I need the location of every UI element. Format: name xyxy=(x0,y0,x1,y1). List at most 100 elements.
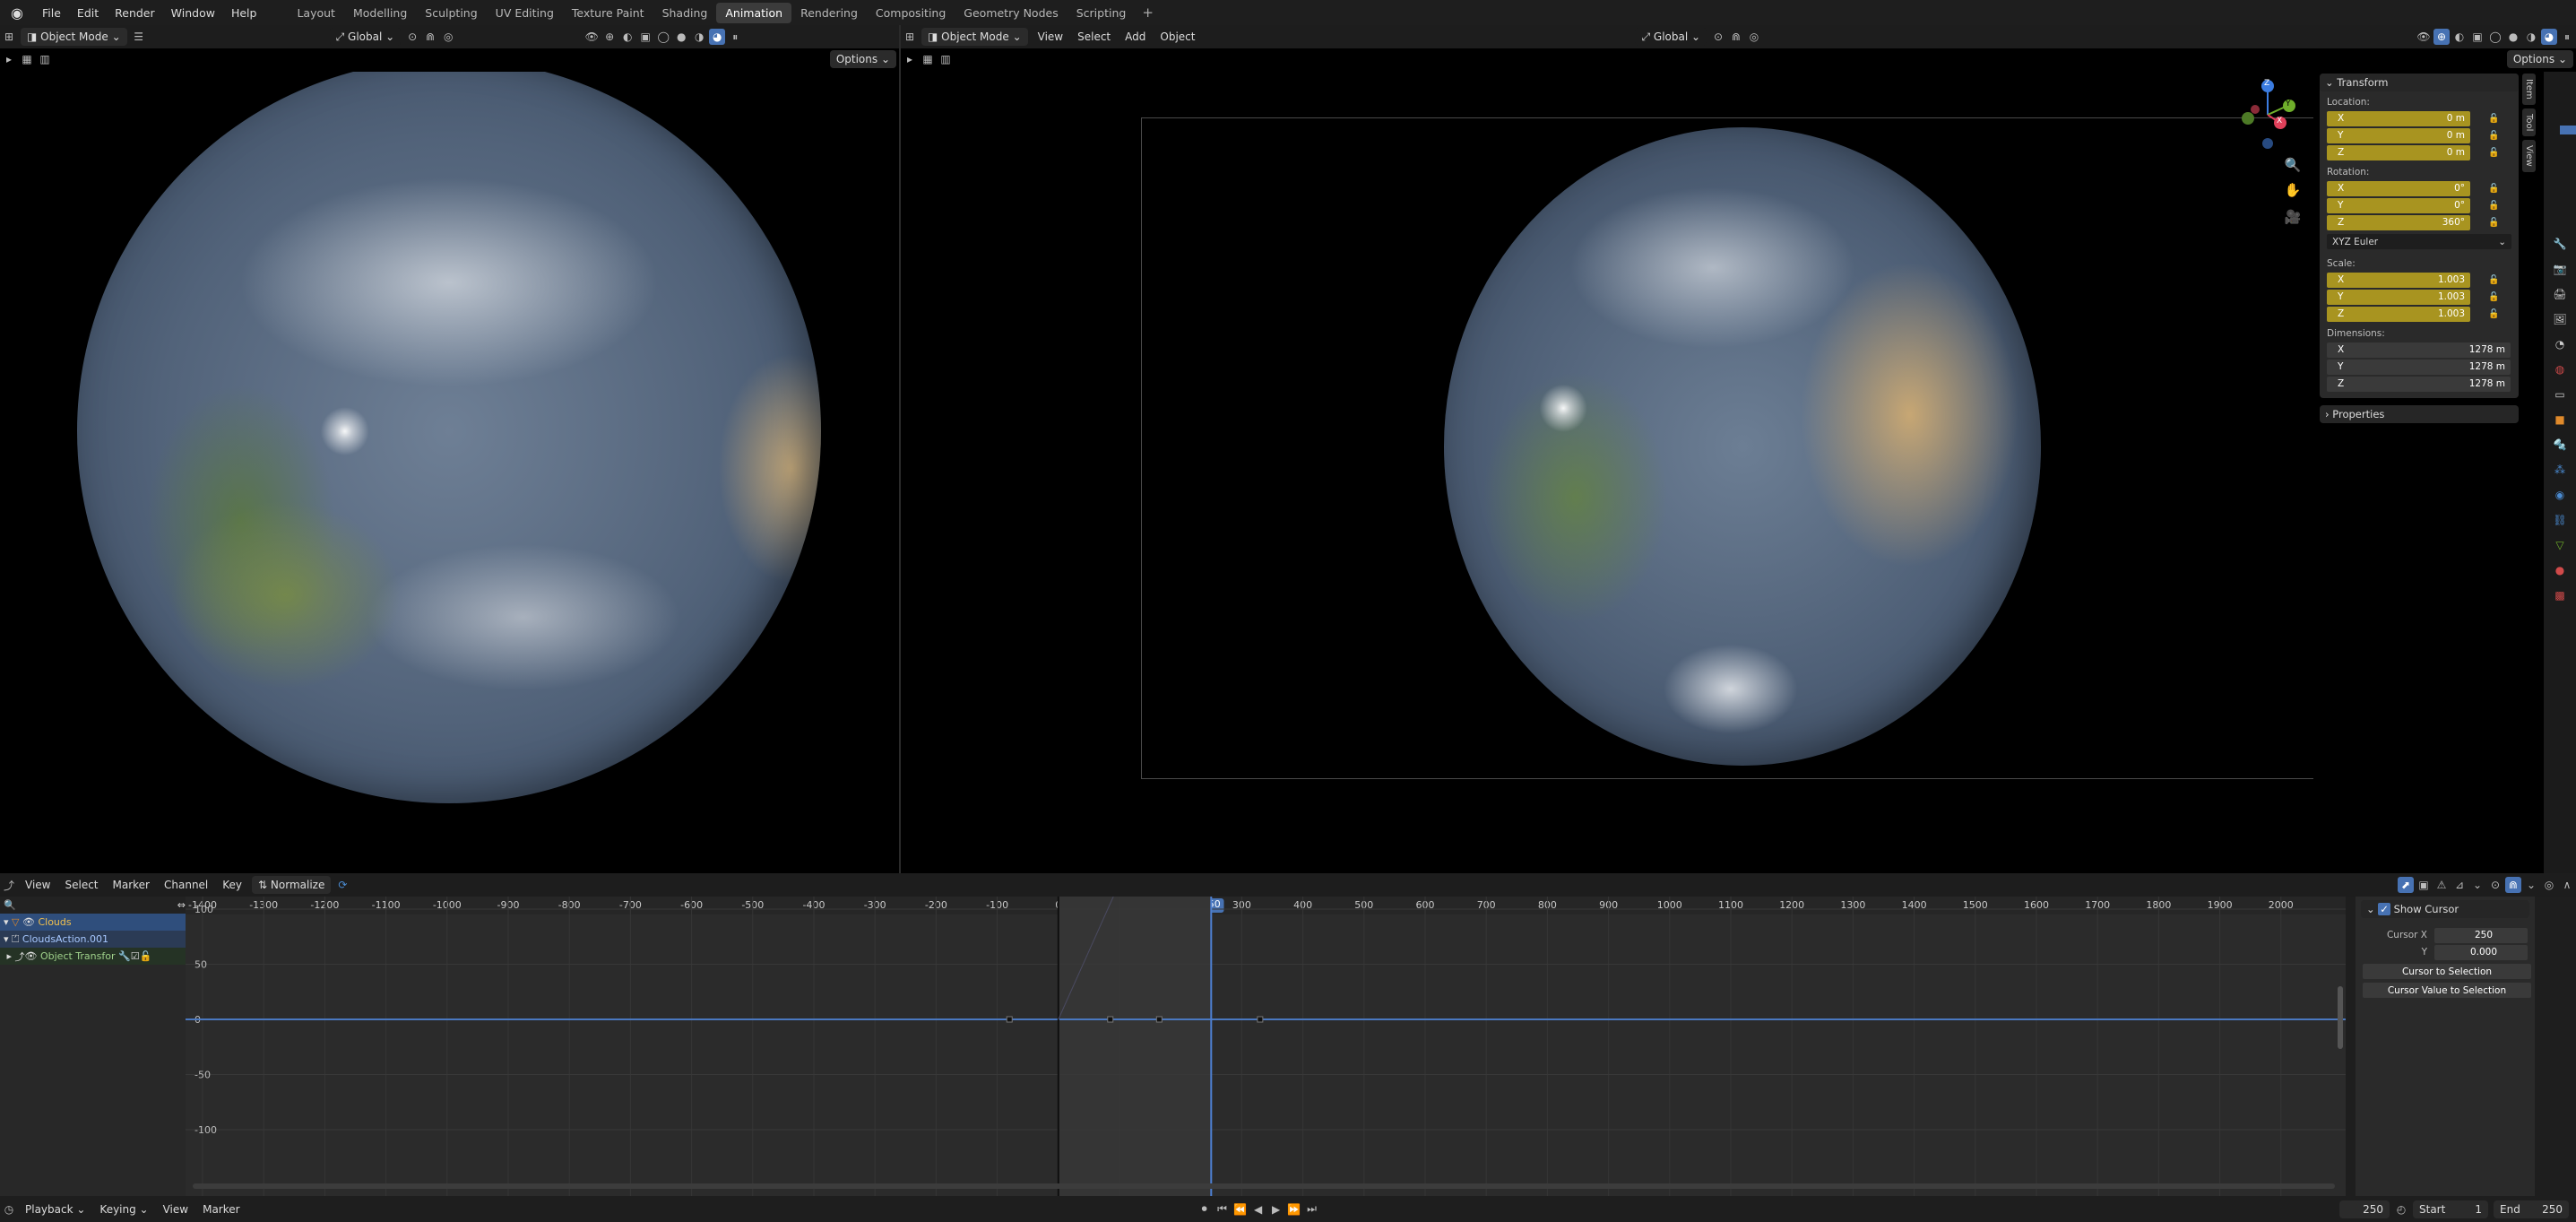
camera-view-icon[interactable]: 🎥 xyxy=(2282,206,2304,228)
ge-menu-marker[interactable]: Marker xyxy=(106,879,157,891)
location-x-field[interactable]: X 0 m xyxy=(2327,110,2470,126)
xray-icon-right[interactable]: ▣ xyxy=(2469,29,2485,45)
left-mode-select[interactable]: ◨ Object Mode ⌄ xyxy=(21,28,127,46)
cursor-x-field[interactable]: 250 xyxy=(2434,927,2528,943)
menu-add[interactable]: Add xyxy=(1118,30,1153,43)
world-tab-icon[interactable]: ◍ xyxy=(2547,357,2572,382)
select-mode-icon-right[interactable]: ▥ xyxy=(938,51,954,67)
menu-select[interactable]: Select xyxy=(1070,30,1118,43)
sidebar-tab-view[interactable]: View xyxy=(2522,140,2536,172)
proportional-graph-icon[interactable]: ◎ xyxy=(2541,877,2557,893)
keyframe-point[interactable] xyxy=(1155,1016,1163,1023)
constraints-tab-icon[interactable]: ⛓ xyxy=(2547,507,2572,533)
rotation-z-field[interactable]: Z 360° xyxy=(2327,214,2470,230)
tab-shading[interactable]: Shading xyxy=(653,3,717,23)
rotation-x-field[interactable]: X 0° xyxy=(2327,180,2470,196)
render-tab-icon[interactable]: 📷 xyxy=(2547,256,2572,282)
menu-file[interactable]: File xyxy=(34,6,69,20)
channel-row-action[interactable]: ▾ ⏍ CloudsAction.001 xyxy=(0,931,186,948)
snap-graph-icon[interactable]: ⋒ xyxy=(2505,877,2521,893)
lock-icon[interactable]: 🔓 xyxy=(2488,292,2499,302)
checkbox-icon[interactable]: ☑ xyxy=(131,950,140,962)
lock-icon[interactable]: 🔓 xyxy=(2488,218,2499,228)
dimensions-x-field[interactable]: X 1278 m xyxy=(2327,342,2511,358)
scale-x-field[interactable]: X 1.003 xyxy=(2327,272,2470,288)
lock-icon[interactable]: 🔓 xyxy=(2488,201,2499,211)
lock-icon[interactable]: 🔓 xyxy=(2488,309,2499,319)
play-icon[interactable]: ▶ xyxy=(1268,1201,1284,1218)
scale-y-field[interactable]: Y 1.003 xyxy=(2327,289,2470,305)
tl-menu-playback[interactable]: Playback ⌄ xyxy=(18,1203,92,1216)
graph-editor-type-icon[interactable]: ⤴ xyxy=(1,877,17,893)
pause-icon[interactable]: ⏸ xyxy=(727,29,743,45)
show-cursor-header[interactable]: ⌄ ✓ Show Cursor xyxy=(2361,900,2529,918)
expand-icon[interactable]: ▾ xyxy=(4,933,12,945)
select-mode-icon[interactable]: ▥ xyxy=(37,51,53,67)
ge-menu-channel[interactable]: Channel xyxy=(157,879,215,891)
properties-header[interactable]: › Properties xyxy=(2320,405,2519,423)
graph-area[interactable]: -1400 -1300 -1200 -1100 -1000 -900 -800 -700 -60… xyxy=(186,897,2346,1196)
end-frame-field[interactable]: End 250 xyxy=(2494,1200,2569,1218)
tab-layout[interactable]: Layout xyxy=(288,3,344,23)
eye-icon[interactable]: 👁 xyxy=(22,916,38,928)
cursor-value-to-selection-button[interactable]: Cursor Value to Selection xyxy=(2363,983,2531,998)
right-mode-select[interactable]: ◨ Object Mode ⌄ xyxy=(921,28,1028,46)
tab-rendering[interactable]: Rendering xyxy=(791,3,867,23)
location-y-field[interactable]: Y 0 m xyxy=(2327,127,2470,143)
warning-icon[interactable]: ⚠ xyxy=(2433,877,2450,893)
normalize-toggle[interactable]: ⇅ Normalize xyxy=(252,876,332,894)
menu-help[interactable]: Help xyxy=(223,6,265,20)
object-tab-icon[interactable]: ■ xyxy=(2547,407,2572,432)
right-options-button[interactable]: Options ⌄ xyxy=(2506,50,2573,68)
shading-material-icon[interactable]: ◑ xyxy=(691,29,707,45)
menu-view[interactable]: View xyxy=(1031,30,1070,43)
cursor-to-selection-button[interactable]: Cursor to Selection xyxy=(2363,964,2531,979)
shading-material-icon-right[interactable]: ◑ xyxy=(2523,29,2539,45)
left-options-button[interactable]: Options ⌄ xyxy=(829,50,896,68)
snap-dropdown-icon[interactable]: ⌄ xyxy=(2523,877,2539,893)
add-workspace-icon[interactable]: + xyxy=(1135,4,1161,21)
proportional-icon[interactable]: ◎ xyxy=(440,29,456,45)
expand-icon[interactable]: ▸ xyxy=(4,950,15,962)
tab-sculpting[interactable]: Sculpting xyxy=(416,3,486,23)
vertical-scrollbar[interactable] xyxy=(2338,986,2343,1049)
tool-tab-icon[interactable]: 🔧 xyxy=(2547,231,2572,256)
rotation-y-field[interactable]: Y 0° xyxy=(2327,197,2470,213)
left-orientation-select[interactable]: ⤢ Global ⌄ xyxy=(329,28,402,46)
output-tab-icon[interactable]: 🖨 xyxy=(2547,282,2572,307)
play-small-icon[interactable]: ▸ xyxy=(1,51,17,67)
pivot-icon-right[interactable]: ⊙ xyxy=(1710,29,1726,45)
menu-window[interactable]: Window xyxy=(163,6,223,20)
overlay-icon[interactable]: ◐ xyxy=(619,29,635,45)
overlay-icon-right[interactable]: ◐ xyxy=(2451,29,2468,45)
lock-icon[interactable]: 🔓 xyxy=(2488,114,2499,124)
tab-geometry-nodes[interactable]: Geometry Nodes xyxy=(955,3,1067,23)
xray-icon[interactable]: ▣ xyxy=(637,29,653,45)
channel-row-clouds[interactable]: ▾ ▽ 👁 Clouds xyxy=(0,914,186,931)
navigation-gizmo[interactable]: Z Y X xyxy=(2232,75,2305,149)
transform-header[interactable]: ⌄ Transform xyxy=(2320,74,2519,91)
search-icon[interactable]: 🔍 xyxy=(4,899,16,911)
gizmo-icon[interactable]: ⊕ xyxy=(601,29,618,45)
eye-icon[interactable]: 👁 xyxy=(25,950,40,962)
jump-start-icon[interactable]: ⏮ xyxy=(1215,1201,1231,1218)
snap-icon[interactable]: ⋒ xyxy=(422,29,438,45)
zoom-icon[interactable]: 🔍 xyxy=(2282,154,2304,176)
right-orientation-select[interactable]: ⤢ Global ⌄ xyxy=(1635,28,1707,46)
lock-icon[interactable]: 🔓 xyxy=(2488,131,2499,141)
keyframe-point[interactable] xyxy=(1006,1016,1013,1023)
visibility-icon[interactable]: 👁 xyxy=(583,29,600,45)
record-icon[interactable]: ⏺ xyxy=(1197,1201,1213,1218)
shading-wire-icon-right[interactable]: ◯ xyxy=(2487,29,2503,45)
dimensions-z-field[interactable]: Z 1278 m xyxy=(2327,376,2511,392)
material-tab-icon[interactable]: ● xyxy=(2547,558,2572,583)
left-3d-viewport[interactable] xyxy=(0,72,899,870)
pan-hand-icon[interactable]: ✋ xyxy=(2282,179,2304,201)
lock-icon[interactable]: 🔓 xyxy=(2488,275,2499,285)
shading-solid-icon[interactable]: ● xyxy=(673,29,689,45)
sidebar-tab-item[interactable]: Item xyxy=(2522,74,2536,105)
tl-menu-marker[interactable]: Marker xyxy=(195,1203,246,1216)
horizontal-scrollbar[interactable] xyxy=(193,1183,2335,1189)
tab-animation[interactable]: Animation xyxy=(716,2,792,23)
lock-icon[interactable]: 🔓 xyxy=(2488,148,2499,158)
